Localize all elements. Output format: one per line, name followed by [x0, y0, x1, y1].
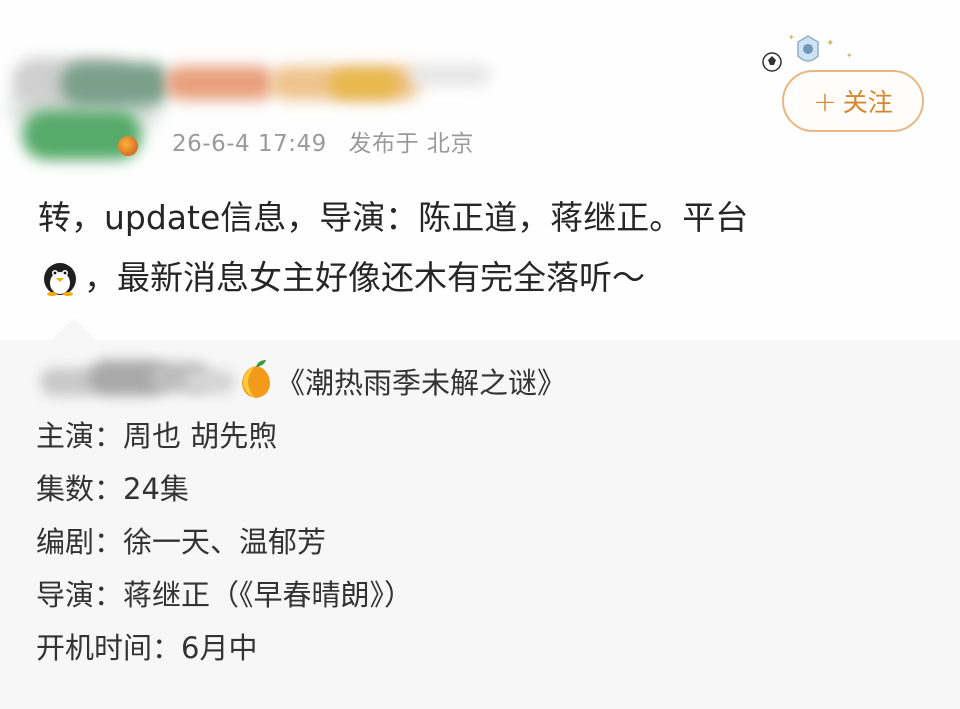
info-cast: 主演：周也 胡先煦	[36, 419, 278, 453]
follow-label: 关注	[842, 88, 893, 117]
info-writers: 编剧：徐一天、温郁芳	[36, 525, 327, 559]
post-body: 转，update信息，导演：陈正道，蒋继正。平台 ，最新消息女主好像还木有完全落…	[38, 188, 928, 308]
post-timestamp: 26-6-4 17:49	[172, 131, 327, 157]
follow-button[interactable]: + 关注	[782, 70, 924, 132]
post-text-line2: ，最新消息女主好像还木有完全落听～	[84, 258, 645, 297]
info-director: 导演：蒋继正（《早春晴朗》）	[36, 578, 414, 612]
post-text-line1: 转，update信息，导演：陈正道，蒋继正。平台	[38, 198, 749, 237]
post-meta: 26-6-4 17:49 发布于 北京	[172, 124, 488, 158]
svg-text:✦: ✦	[846, 51, 853, 60]
plus-icon: +	[813, 84, 837, 118]
info-episodes: 集数：24集	[36, 472, 189, 506]
repost-pointer	[52, 318, 96, 340]
svg-text:✦: ✦	[788, 33, 795, 42]
info-start-time: 开机时间：6月中	[36, 631, 258, 665]
football-badge-icon: ✦ ✦ ✦	[762, 33, 853, 72]
mango-icon	[242, 360, 270, 398]
svg-text:✦: ✦	[826, 38, 834, 49]
post-card: 26-6-4 17:49 发布于 北京 ✦ ✦ ✦ + 关注 转，update信…	[0, 0, 960, 340]
penguin-icon	[44, 263, 76, 296]
repost-title[interactable]: 《潮热雨季未解之谜》	[276, 360, 566, 402]
repost-info-list: 主演：周也 胡先煦 集数：24集 编剧：徐一天、温郁芳 导演：蒋继正（《早春晴朗…	[36, 410, 413, 675]
post-location: 发布于 北京	[348, 131, 474, 157]
verified-badge-icon	[118, 136, 138, 156]
